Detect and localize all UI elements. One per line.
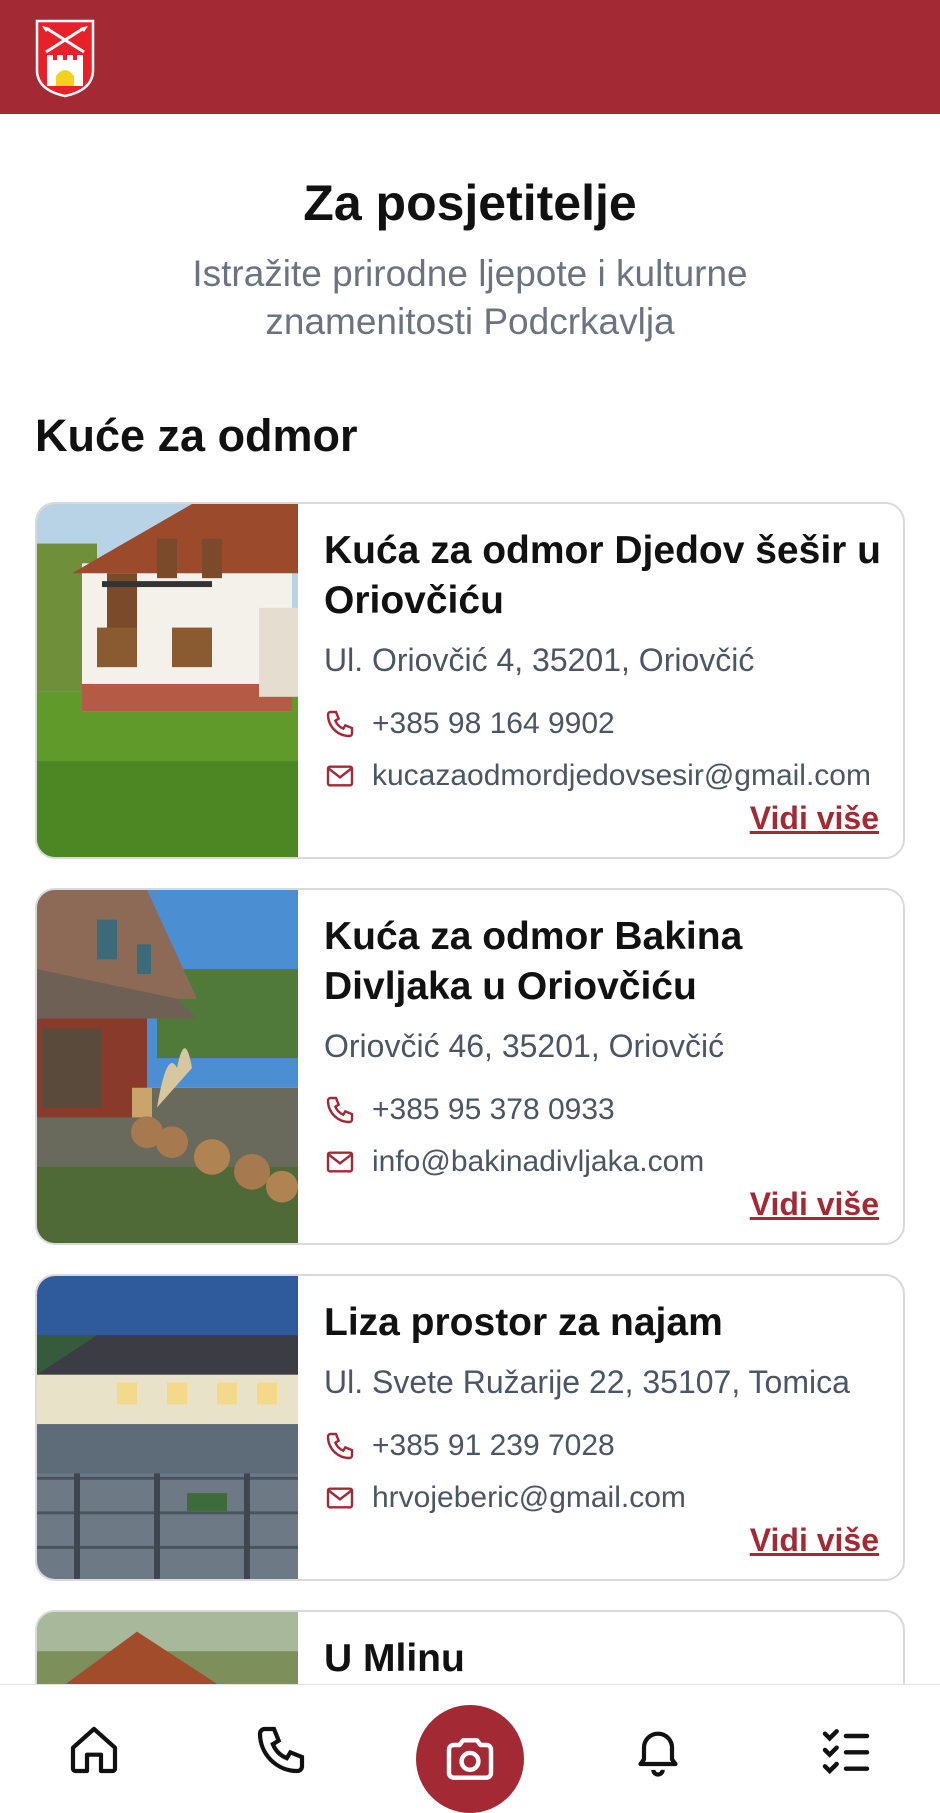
bottom-navigation (0, 1684, 940, 1813)
phone-icon (326, 1096, 354, 1124)
email-row[interactable]: kucazaodmordjedovsesir@gmail.com (324, 759, 871, 793)
listing-title: U Mlinu (324, 1637, 465, 1680)
see-more-link[interactable]: Vidi više (750, 1186, 879, 1223)
listing-title: Kuća za odmor Bakina Divljaka u Oriovčić… (324, 915, 743, 1008)
listing-photo (37, 890, 298, 1243)
checklist-icon (822, 1729, 870, 1775)
see-more-link[interactable]: Vidi više (750, 1522, 879, 1559)
phone-icon (326, 710, 354, 738)
listing-address: Ul. Oriovčić 4, 35201, Oriovčić (324, 642, 755, 678)
phone-row[interactable]: +385 95 378 0933 (324, 1093, 615, 1127)
listing-title: Kuća za odmor Djedov šešir u Oriovčiću (324, 529, 881, 622)
listing-title: Liza prostor za najam (324, 1301, 723, 1344)
camera-icon (446, 1738, 494, 1780)
email-row[interactable]: hrvojeberic@gmail.com (324, 1481, 686, 1515)
phone-number[interactable]: +385 95 378 0933 (372, 1093, 615, 1127)
phone-number[interactable]: +385 98 164 9902 (372, 707, 615, 741)
listing-card[interactable]: Liza prostor za najam Ul. Svete Ružarije… (35, 1274, 905, 1581)
email-row[interactable]: info@bakinadivljaka.com (324, 1145, 704, 1179)
bell-icon (638, 1731, 678, 1777)
page-title: Za posjetitelje (303, 175, 637, 231)
main-content[interactable]: Za posjetitelje Istražite prirodne ljepo… (0, 114, 940, 1684)
phone-row[interactable]: +385 91 239 7028 (324, 1429, 615, 1463)
page-subtitle: Istražite prirodne ljepote i kulturne zn… (192, 253, 748, 342)
email-address[interactable]: hrvojeberic@gmail.com (372, 1481, 686, 1515)
coat-of-arms-icon[interactable] (34, 18, 96, 98)
section-title: Kuće za odmor (35, 410, 358, 461)
nav-checklist[interactable] (811, 1715, 881, 1785)
phone-number[interactable]: +385 91 239 7028 (372, 1429, 615, 1463)
listing-address: Oriovčić 46, 35201, Oriovčić (324, 1028, 725, 1064)
mail-icon (326, 1151, 354, 1173)
listing-card[interactable]: U Mlinu (35, 1610, 905, 1684)
home-icon (70, 1726, 118, 1774)
phone-row[interactable]: +385 98 164 9902 (324, 707, 615, 741)
listing-photo (37, 1612, 298, 1684)
nav-home[interactable] (59, 1715, 129, 1785)
email-address[interactable]: kucazaodmordjedovsesir@gmail.com (372, 759, 871, 793)
camera-button[interactable] (416, 1705, 524, 1813)
listing-card[interactable]: Kuća za odmor Djedov šešir u Oriovčiću U… (35, 502, 905, 859)
email-address[interactable]: info@bakinadivljaka.com (372, 1145, 704, 1179)
top-app-bar (0, 0, 940, 114)
listing-photo (37, 1276, 298, 1579)
listing-card[interactable]: Kuća za odmor Bakina Divljaka u Oriovčić… (35, 888, 905, 1245)
nav-phone[interactable] (246, 1715, 316, 1785)
mail-icon (326, 765, 354, 787)
listing-address: Ul. Svete Ružarije 22, 35107, Tomica (324, 1364, 850, 1400)
phone-icon (257, 1726, 305, 1774)
mail-icon (326, 1487, 354, 1509)
phone-icon (326, 1432, 354, 1460)
listing-photo (37, 504, 298, 857)
see-more-link[interactable]: Vidi više (750, 800, 879, 837)
nav-notifications[interactable] (623, 1715, 693, 1785)
